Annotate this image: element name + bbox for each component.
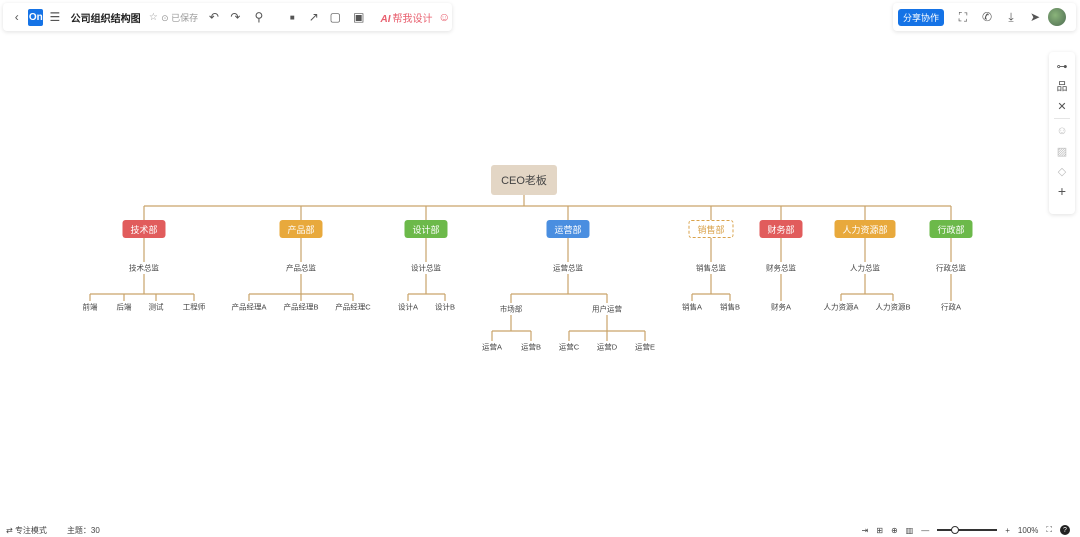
ai-design-button[interactable]: AI 帮我设计 — [381, 10, 433, 25]
member-node[interactable]: 运营E — [635, 342, 655, 353]
head-node[interactable]: 技术总监 — [129, 263, 159, 274]
top-bar: ‹ On ☰ 公司组织结构图 ☆ ⊙ 已保存 ↶ ↷ ⚲ ■ ↗ ▢ ▣ AI 帮… — [0, 0, 1080, 34]
member-node[interactable]: 产品经理A — [231, 302, 266, 313]
avatar[interactable] — [1048, 8, 1066, 26]
app-logo[interactable]: On — [28, 8, 44, 26]
help-icon[interactable]: ? — [1060, 525, 1070, 535]
send-icon[interactable]: ➤ — [1026, 8, 1044, 26]
department-node[interactable]: 产品部 — [279, 220, 323, 238]
fit-page-icon[interactable]: ⊞ — [876, 526, 883, 535]
download-icon[interactable]: ⤓ — [1002, 8, 1020, 26]
head-node[interactable]: 财务总监 — [766, 263, 796, 274]
member-node[interactable]: 运营C — [559, 342, 579, 353]
department-node[interactable]: 销售部 — [688, 220, 734, 238]
locate-icon[interactable]: ⊕ — [891, 526, 898, 535]
department-node[interactable]: 运营部 — [546, 220, 590, 238]
member-node[interactable]: 工程师 — [183, 302, 206, 313]
member-node[interactable]: 运营B — [521, 342, 541, 353]
member-node[interactable]: 行政A — [941, 302, 961, 313]
member-node[interactable]: 后端 — [117, 302, 132, 313]
head-node[interactable]: 人力总监 — [850, 263, 880, 274]
topic-count: 主题：30 — [66, 526, 100, 535]
department-node[interactable]: 人力资源部 — [834, 220, 896, 238]
zoom-slider[interactable] — [937, 526, 998, 534]
head-node[interactable]: 设计总监 — [411, 263, 441, 274]
focus-mode-button[interactable]: ⇄ 专注模式 — [6, 525, 47, 536]
subgroup-node[interactable]: 市场部 — [500, 304, 523, 315]
member-node[interactable]: 设计A — [398, 302, 418, 313]
connector-lines — [89, 195, 952, 341]
zoom-in-icon[interactable]: + — [1005, 526, 1010, 535]
member-node[interactable]: 运营D — [597, 342, 617, 353]
frame-icon[interactable]: ▢ — [328, 8, 343, 26]
member-node[interactable]: 销售A — [682, 302, 702, 313]
member-node[interactable]: 人力资源B — [875, 302, 910, 313]
member-node[interactable]: 设计B — [435, 302, 455, 313]
image-icon[interactable]: ▣ — [351, 8, 366, 26]
back-icon[interactable]: ‹ — [9, 8, 24, 26]
member-node[interactable]: 财务A — [771, 302, 791, 313]
member-node[interactable]: 测试 — [149, 302, 164, 313]
share-button[interactable]: 分享协作 — [898, 8, 944, 26]
main-toolbar: ‹ On ☰ 公司组织结构图 ☆ ⊙ 已保存 ↶ ↷ ⚲ ■ ↗ ▢ ▣ AI 帮… — [3, 3, 452, 31]
member-node[interactable]: 人力资源A — [823, 302, 858, 313]
member-node[interactable]: 前端 — [83, 302, 98, 313]
phone-icon[interactable]: ✆ — [978, 8, 996, 26]
department-node[interactable]: 技术部 — [122, 220, 166, 238]
department-node[interactable]: 设计部 — [404, 220, 448, 238]
zoom-out-icon[interactable]: — — [921, 526, 929, 535]
save-status-text: 已保存 — [171, 12, 199, 23]
mindmap-canvas[interactable]: CEO老板技术部技术总监前端 后端 测试 工程师 产品部产品总监产品经理A 产品经理B 产品… — [0, 34, 1080, 524]
head-node[interactable]: 产品总监 — [286, 263, 316, 274]
department-node[interactable]: 行政部 — [929, 220, 973, 238]
save-status: ⊙ 已保存 — [161, 12, 199, 23]
head-node[interactable]: 销售总监 — [696, 263, 726, 274]
fullscreen-icon[interactable]: ⛶ — [1046, 525, 1052, 535]
department-node[interactable]: 财务部 — [759, 220, 803, 238]
subgroup-node[interactable]: 用户运营 — [592, 304, 622, 315]
zoom-slider-knob[interactable] — [951, 526, 960, 534]
ai-text: 帮我设计 — [392, 13, 433, 25]
zoom-level[interactable]: 100% — [1018, 526, 1038, 535]
member-node[interactable]: 产品经理B — [283, 302, 318, 313]
focus-mode-label: 专注模式 — [14, 526, 47, 535]
root-node[interactable]: CEO老板 — [491, 165, 557, 195]
head-node[interactable]: 运营总监 — [553, 263, 583, 274]
menu-icon[interactable]: ☰ — [47, 8, 62, 26]
share-toolbar: 分享协作 ⛶ ✆ ⤓ ➤ — [893, 3, 1076, 31]
member-node[interactable]: 销售B — [720, 302, 740, 313]
status-bar: ⇄ 专注模式 主题：30 ⇥ ⊞ ⊕ ▥ — + 100% ⛶ ? — [0, 525, 1080, 537]
ai-sticker-icon[interactable]: ☺ — [437, 8, 452, 26]
fill-icon[interactable]: ■ — [285, 8, 300, 26]
present-icon[interactable]: ⛶ — [954, 8, 972, 26]
format-paint-icon[interactable]: ⚲ — [251, 8, 266, 26]
ai-label: AI — [380, 13, 391, 25]
redo-icon[interactable]: ↷ — [228, 8, 243, 26]
fit-width-icon[interactable]: ⇥ — [862, 526, 869, 535]
undo-icon[interactable]: ↶ — [206, 8, 221, 26]
outline-icon[interactable]: ▥ — [906, 526, 914, 535]
document-title[interactable]: 公司组织结构图 — [71, 10, 141, 25]
member-node[interactable]: 运营A — [482, 342, 502, 353]
star-icon[interactable]: ☆ — [146, 8, 161, 26]
line-icon[interactable]: ↗ — [306, 8, 321, 26]
member-node[interactable]: 产品经理C — [335, 302, 370, 313]
head-node[interactable]: 行政总监 — [936, 263, 966, 274]
